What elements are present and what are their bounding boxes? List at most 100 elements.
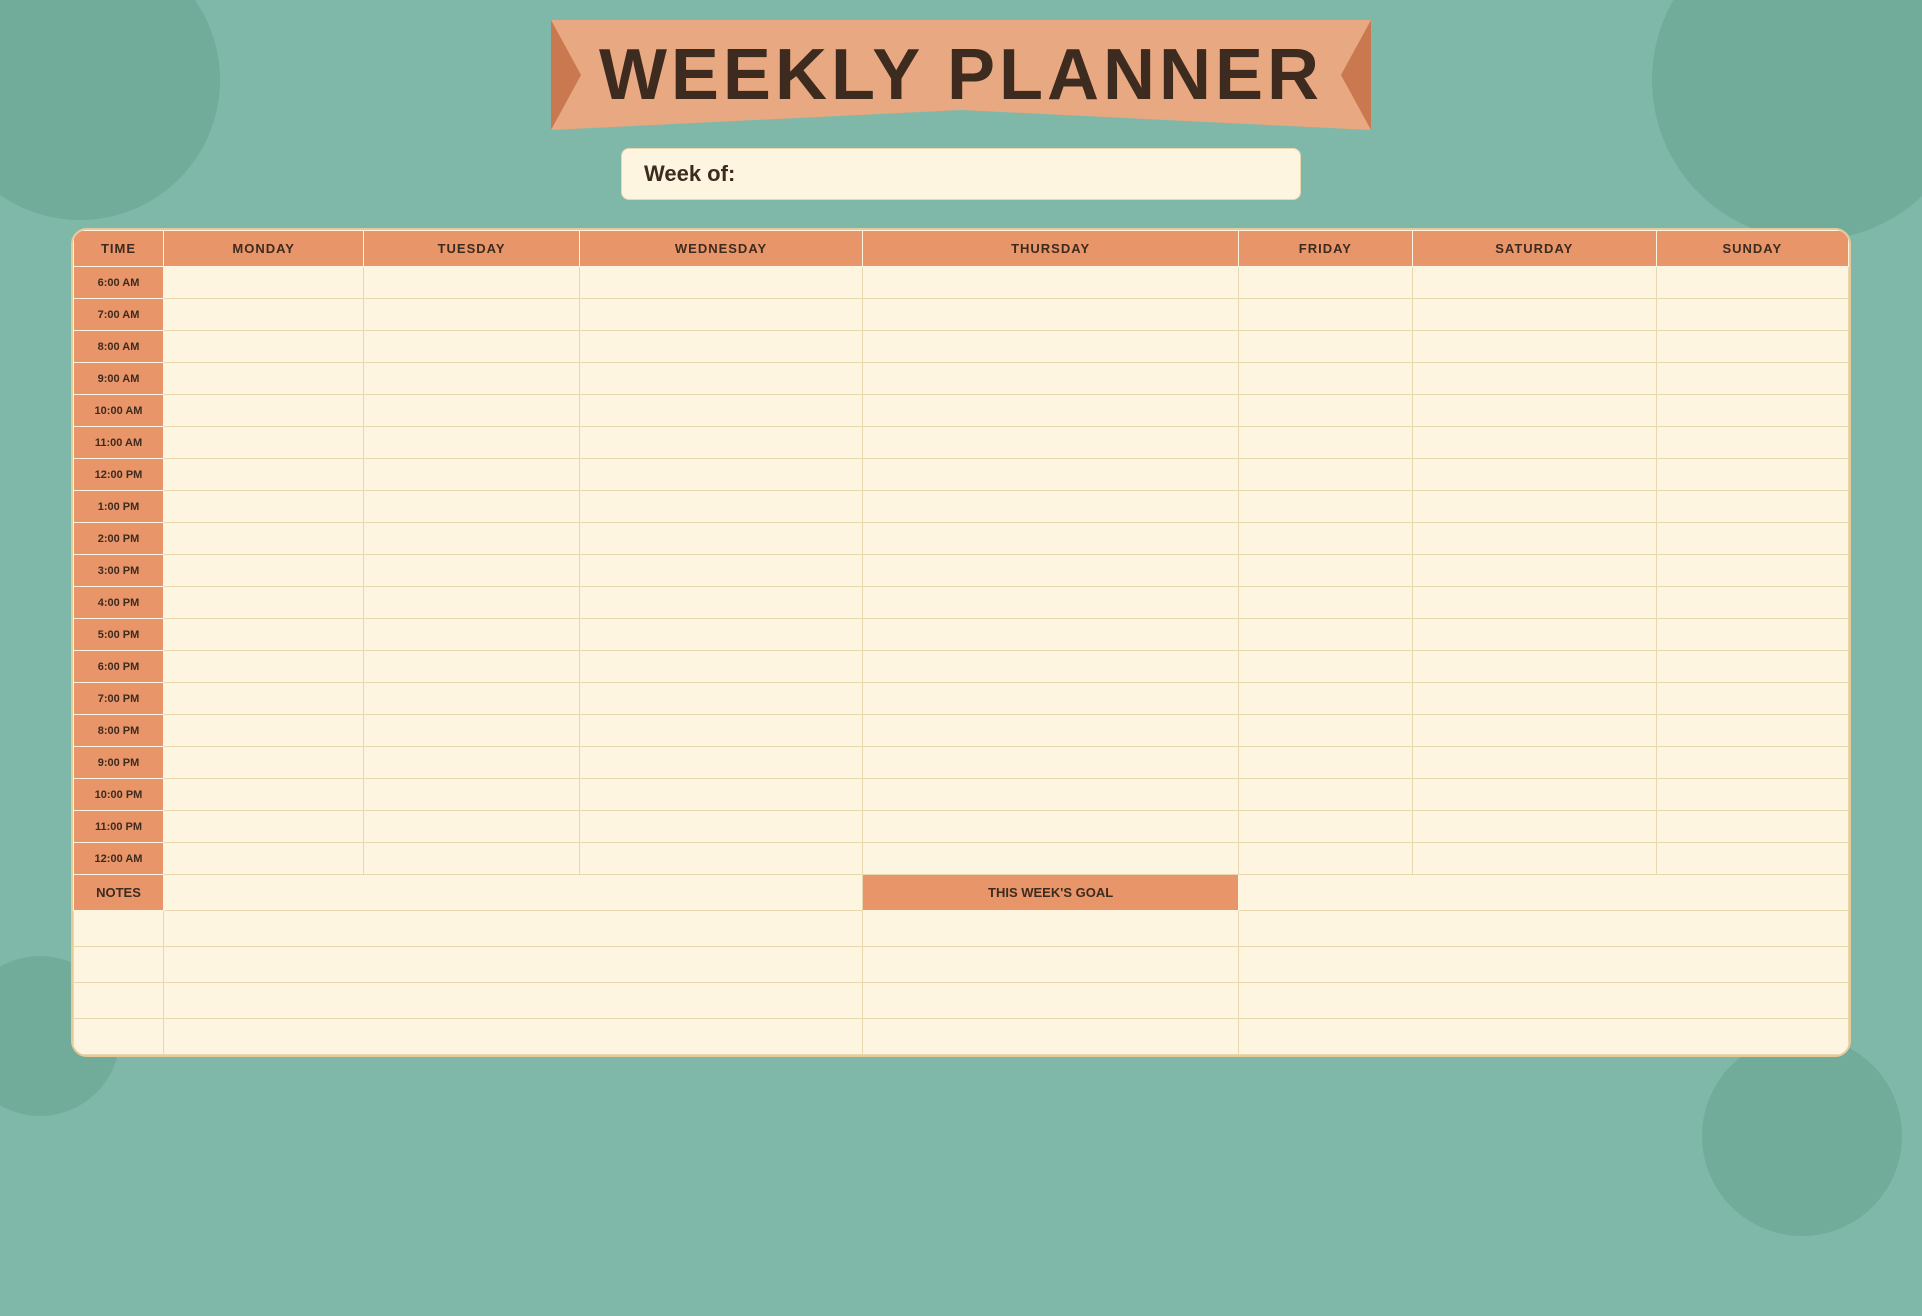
cell-friday-12-00-PM[interactable] xyxy=(1238,459,1412,491)
cell-thursday-11-00-AM[interactable] xyxy=(863,427,1239,459)
cell-sunday-5-00-PM[interactable] xyxy=(1656,619,1848,651)
cell-wednesday-12-00-AM[interactable] xyxy=(579,843,863,875)
cell-saturday-6-00-PM[interactable] xyxy=(1412,651,1656,683)
cell-wednesday-11-00-PM[interactable] xyxy=(579,811,863,843)
cell-monday-6-00-PM[interactable] xyxy=(164,651,364,683)
goal-line-1[interactable] xyxy=(1238,875,1848,911)
cell-tuesday-8-00-AM[interactable] xyxy=(364,331,579,363)
cell-friday-7-00-AM[interactable] xyxy=(1238,299,1412,331)
cell-monday-1-00-PM[interactable] xyxy=(164,491,364,523)
cell-tuesday-4-00-PM[interactable] xyxy=(364,587,579,619)
cell-friday-8-00-AM[interactable] xyxy=(1238,331,1412,363)
cell-friday-2-00-PM[interactable] xyxy=(1238,523,1412,555)
week-of-box[interactable]: Week of: xyxy=(621,148,1301,200)
cell-friday-6-00-PM[interactable] xyxy=(1238,651,1412,683)
cell-saturday-12-00-AM[interactable] xyxy=(1412,843,1656,875)
cell-thursday-6-00-PM[interactable] xyxy=(863,651,1239,683)
notes-line-1[interactable] xyxy=(164,875,863,911)
cell-sunday-12-00-PM[interactable] xyxy=(1656,459,1848,491)
cell-sunday-6-00-AM[interactable] xyxy=(1656,267,1848,299)
cell-sunday-11-00-PM[interactable] xyxy=(1656,811,1848,843)
notes-line-5[interactable] xyxy=(164,1019,863,1055)
cell-friday-7-00-PM[interactable] xyxy=(1238,683,1412,715)
cell-saturday-11-00-PM[interactable] xyxy=(1412,811,1656,843)
cell-tuesday-3-00-PM[interactable] xyxy=(364,555,579,587)
cell-wednesday-6-00-PM[interactable] xyxy=(579,651,863,683)
cell-saturday-7-00-PM[interactable] xyxy=(1412,683,1656,715)
cell-friday-8-00-PM[interactable] xyxy=(1238,715,1412,747)
cell-thursday-9-00-PM[interactable] xyxy=(863,747,1239,779)
cell-saturday-4-00-PM[interactable] xyxy=(1412,587,1656,619)
cell-wednesday-9-00-AM[interactable] xyxy=(579,363,863,395)
cell-friday-5-00-PM[interactable] xyxy=(1238,619,1412,651)
cell-friday-10-00-PM[interactable] xyxy=(1238,779,1412,811)
cell-monday-4-00-PM[interactable] xyxy=(164,587,364,619)
cell-monday-8-00-PM[interactable] xyxy=(164,715,364,747)
cell-friday-6-00-AM[interactable] xyxy=(1238,267,1412,299)
cell-monday-11-00-AM[interactable] xyxy=(164,427,364,459)
cell-monday-9-00-PM[interactable] xyxy=(164,747,364,779)
cell-monday-6-00-AM[interactable] xyxy=(164,267,364,299)
cell-wednesday-2-00-PM[interactable] xyxy=(579,523,863,555)
cell-thursday-4-00-PM[interactable] xyxy=(863,587,1239,619)
cell-wednesday-1-00-PM[interactable] xyxy=(579,491,863,523)
cell-wednesday-8-00-AM[interactable] xyxy=(579,331,863,363)
cell-tuesday-12-00-PM[interactable] xyxy=(364,459,579,491)
cell-sunday-11-00-AM[interactable] xyxy=(1656,427,1848,459)
cell-tuesday-11-00-PM[interactable] xyxy=(364,811,579,843)
cell-thursday-8-00-AM[interactable] xyxy=(863,331,1239,363)
cell-wednesday-5-00-PM[interactable] xyxy=(579,619,863,651)
cell-saturday-3-00-PM[interactable] xyxy=(1412,555,1656,587)
cell-sunday-7-00-PM[interactable] xyxy=(1656,683,1848,715)
cell-tuesday-6-00-AM[interactable] xyxy=(364,267,579,299)
notes-line-4[interactable] xyxy=(164,983,863,1019)
cell-friday-4-00-PM[interactable] xyxy=(1238,587,1412,619)
cell-thursday-7-00-AM[interactable] xyxy=(863,299,1239,331)
cell-wednesday-10-00-AM[interactable] xyxy=(579,395,863,427)
cell-tuesday-9-00-PM[interactable] xyxy=(364,747,579,779)
cell-wednesday-9-00-PM[interactable] xyxy=(579,747,863,779)
cell-monday-11-00-PM[interactable] xyxy=(164,811,364,843)
cell-saturday-9-00-AM[interactable] xyxy=(1412,363,1656,395)
cell-wednesday-6-00-AM[interactable] xyxy=(579,267,863,299)
cell-friday-12-00-AM[interactable] xyxy=(1238,843,1412,875)
cell-sunday-2-00-PM[interactable] xyxy=(1656,523,1848,555)
cell-tuesday-2-00-PM[interactable] xyxy=(364,523,579,555)
cell-thursday-11-00-PM[interactable] xyxy=(863,811,1239,843)
cell-thursday-5-00-PM[interactable] xyxy=(863,619,1239,651)
cell-thursday-12-00-AM[interactable] xyxy=(863,843,1239,875)
cell-wednesday-8-00-PM[interactable] xyxy=(579,715,863,747)
cell-wednesday-12-00-PM[interactable] xyxy=(579,459,863,491)
cell-sunday-8-00-AM[interactable] xyxy=(1656,331,1848,363)
cell-monday-5-00-PM[interactable] xyxy=(164,619,364,651)
cell-tuesday-12-00-AM[interactable] xyxy=(364,843,579,875)
notes-line-2[interactable] xyxy=(164,911,863,947)
cell-sunday-10-00-PM[interactable] xyxy=(1656,779,1848,811)
cell-wednesday-3-00-PM[interactable] xyxy=(579,555,863,587)
cell-tuesday-11-00-AM[interactable] xyxy=(364,427,579,459)
cell-saturday-8-00-AM[interactable] xyxy=(1412,331,1656,363)
cell-sunday-7-00-AM[interactable] xyxy=(1656,299,1848,331)
cell-monday-2-00-PM[interactable] xyxy=(164,523,364,555)
cell-thursday-10-00-AM[interactable] xyxy=(863,395,1239,427)
cell-thursday-7-00-PM[interactable] xyxy=(863,683,1239,715)
cell-sunday-9-00-PM[interactable] xyxy=(1656,747,1848,779)
cell-friday-1-00-PM[interactable] xyxy=(1238,491,1412,523)
cell-wednesday-7-00-AM[interactable] xyxy=(579,299,863,331)
cell-wednesday-7-00-PM[interactable] xyxy=(579,683,863,715)
cell-saturday-2-00-PM[interactable] xyxy=(1412,523,1656,555)
cell-tuesday-6-00-PM[interactable] xyxy=(364,651,579,683)
cell-sunday-8-00-PM[interactable] xyxy=(1656,715,1848,747)
cell-thursday-9-00-AM[interactable] xyxy=(863,363,1239,395)
cell-monday-7-00-AM[interactable] xyxy=(164,299,364,331)
cell-tuesday-5-00-PM[interactable] xyxy=(364,619,579,651)
cell-sunday-9-00-AM[interactable] xyxy=(1656,363,1848,395)
cell-thursday-12-00-PM[interactable] xyxy=(863,459,1239,491)
cell-tuesday-7-00-AM[interactable] xyxy=(364,299,579,331)
cell-sunday-10-00-AM[interactable] xyxy=(1656,395,1848,427)
cell-saturday-10-00-PM[interactable] xyxy=(1412,779,1656,811)
cell-sunday-3-00-PM[interactable] xyxy=(1656,555,1848,587)
cell-thursday-3-00-PM[interactable] xyxy=(863,555,1239,587)
goal-line-2[interactable] xyxy=(1238,911,1848,947)
cell-saturday-8-00-PM[interactable] xyxy=(1412,715,1656,747)
